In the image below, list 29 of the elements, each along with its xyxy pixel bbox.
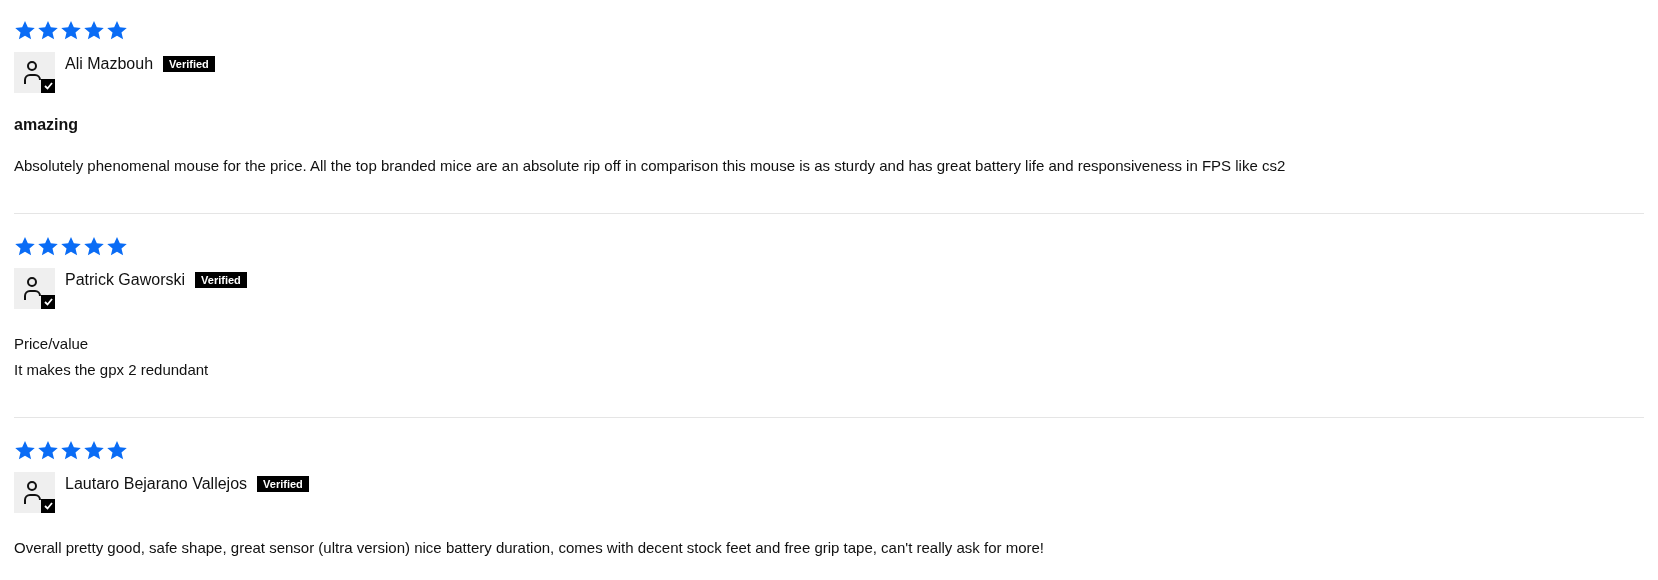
- star-icon: [83, 20, 105, 41]
- star-icon: [60, 20, 82, 41]
- star-icon: [37, 440, 59, 461]
- verified-badge: Verified: [257, 476, 309, 492]
- verified-user-icon: [14, 268, 55, 309]
- reviewer-name: Ali Mazbouh: [65, 54, 154, 74]
- verified-user-icon: [14, 52, 55, 93]
- star-icon: [14, 20, 36, 41]
- star-icon: [37, 20, 59, 41]
- star-icon: [83, 236, 105, 257]
- review-text: It makes the gpx 2 redundant: [14, 360, 210, 380]
- verified-user-icon: [14, 472, 55, 513]
- star-icon: [106, 440, 128, 461]
- review-text: Price/value: [14, 334, 90, 354]
- review-title: amazing: [14, 115, 79, 135]
- star-icon: [14, 236, 36, 257]
- star-icon: [106, 236, 128, 257]
- star-icon: [60, 236, 82, 257]
- reviewer-name: Patrick Gaworski: [65, 270, 186, 290]
- star-icon: [106, 20, 128, 41]
- reviewer-name: Lautaro Bejarano Vallejos: [65, 474, 248, 494]
- star-icon: [60, 440, 82, 461]
- star-icon: [14, 440, 36, 461]
- star-icon: [37, 236, 59, 257]
- review-text: Absolutely phenomenal mouse for the price. All the top branded mice are an absolute rip off in comparison this mouse is as sturdy and has great battery life and responsiveness in FPS like cs2: [14, 156, 1287, 176]
- verified-badge: Verified: [163, 56, 215, 72]
- review-text: Overall pretty good, safe shape, great sensor (ultra version) nice battery duration, comes with decent stock feet and free grip tape, can't really ask for more!: [14, 538, 1046, 558]
- verified-badge: Verified: [195, 272, 247, 288]
- star-icon: [83, 440, 105, 461]
